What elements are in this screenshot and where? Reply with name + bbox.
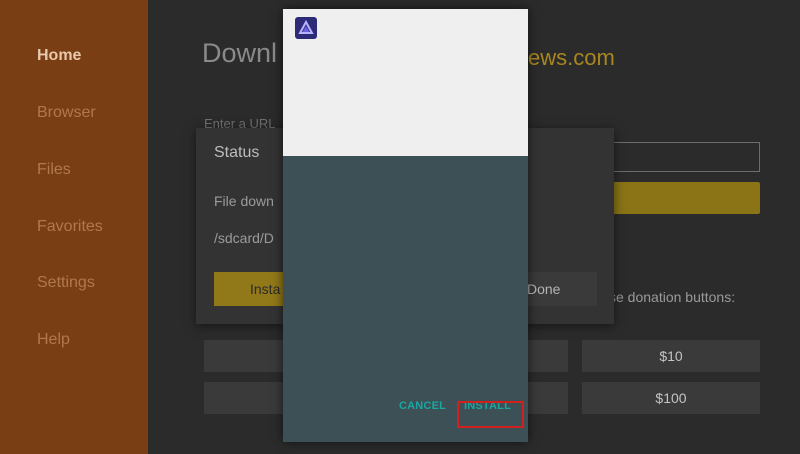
install-button-highlight: [457, 401, 524, 428]
sidebar-item-favorites[interactable]: Favorites: [37, 218, 103, 236]
app-logo-icon: [295, 17, 317, 39]
status-install-label: Insta: [250, 281, 281, 297]
go-button[interactable]: [612, 182, 760, 214]
donate-button-10[interactable]: $10: [582, 340, 760, 372]
sidebar-item-files[interactable]: Files: [37, 161, 71, 179]
url-input[interactable]: [612, 142, 760, 172]
status-title: Status: [214, 144, 260, 161]
sidebar-item-settings[interactable]: Settings: [37, 274, 95, 292]
install-dialog-header: [283, 9, 528, 156]
sidebar-item-browser[interactable]: Browser: [37, 104, 96, 122]
sidebar: Home Browser Files Favorites Settings He…: [0, 0, 148, 454]
triangle-logo-icon: [298, 20, 314, 34]
status-install-button[interactable]: Insta: [214, 272, 284, 306]
sidebar-item-help[interactable]: Help: [37, 331, 70, 349]
sidebar-item-home[interactable]: Home: [37, 47, 81, 65]
donation-text: se donation buttons:: [609, 289, 736, 305]
brand-title: ews.com: [528, 45, 615, 70]
donate-button-100[interactable]: $100: [582, 382, 760, 414]
status-message: File down: [214, 193, 274, 209]
cancel-button[interactable]: CANCEL: [399, 400, 446, 412]
status-done-button[interactable]: Done: [527, 272, 597, 306]
page-title: Downl: [202, 38, 278, 68]
status-file-path: /sdcard/D: [214, 230, 274, 246]
status-done-label: Done: [527, 281, 561, 297]
install-dialog: [283, 9, 528, 442]
